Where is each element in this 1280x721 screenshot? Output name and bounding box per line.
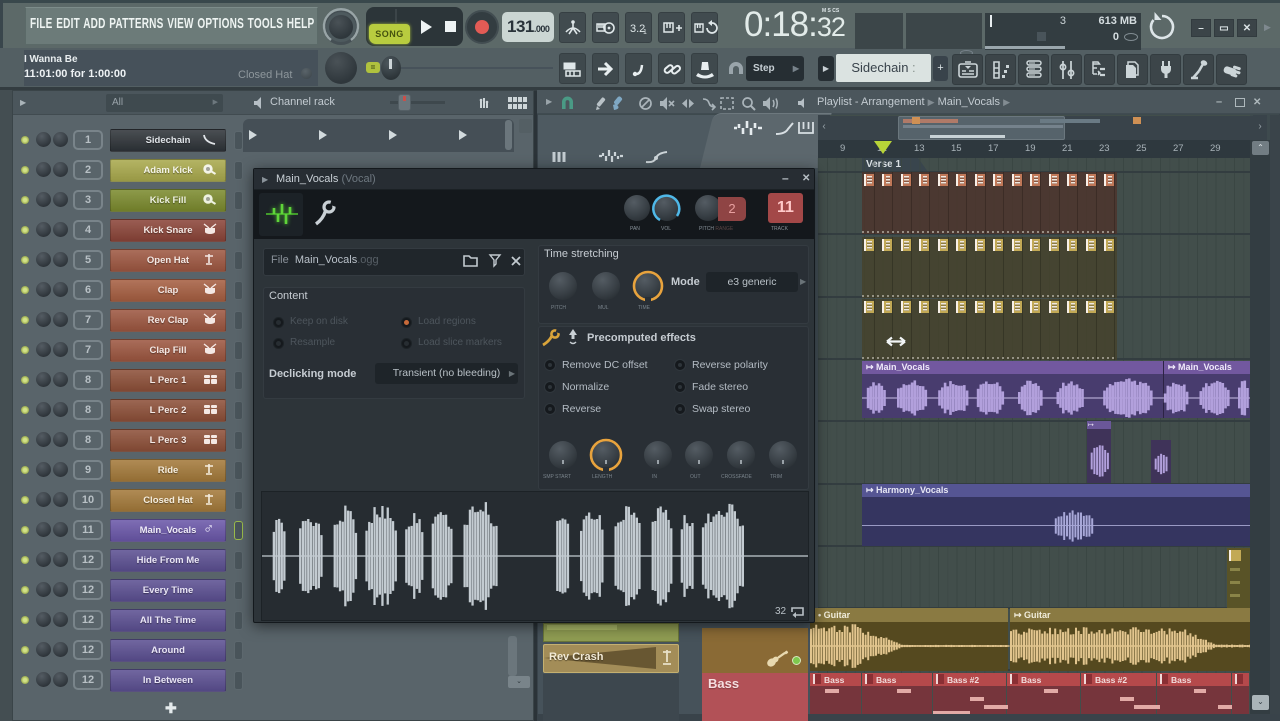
svg-text:1: 1 [643,29,647,36]
